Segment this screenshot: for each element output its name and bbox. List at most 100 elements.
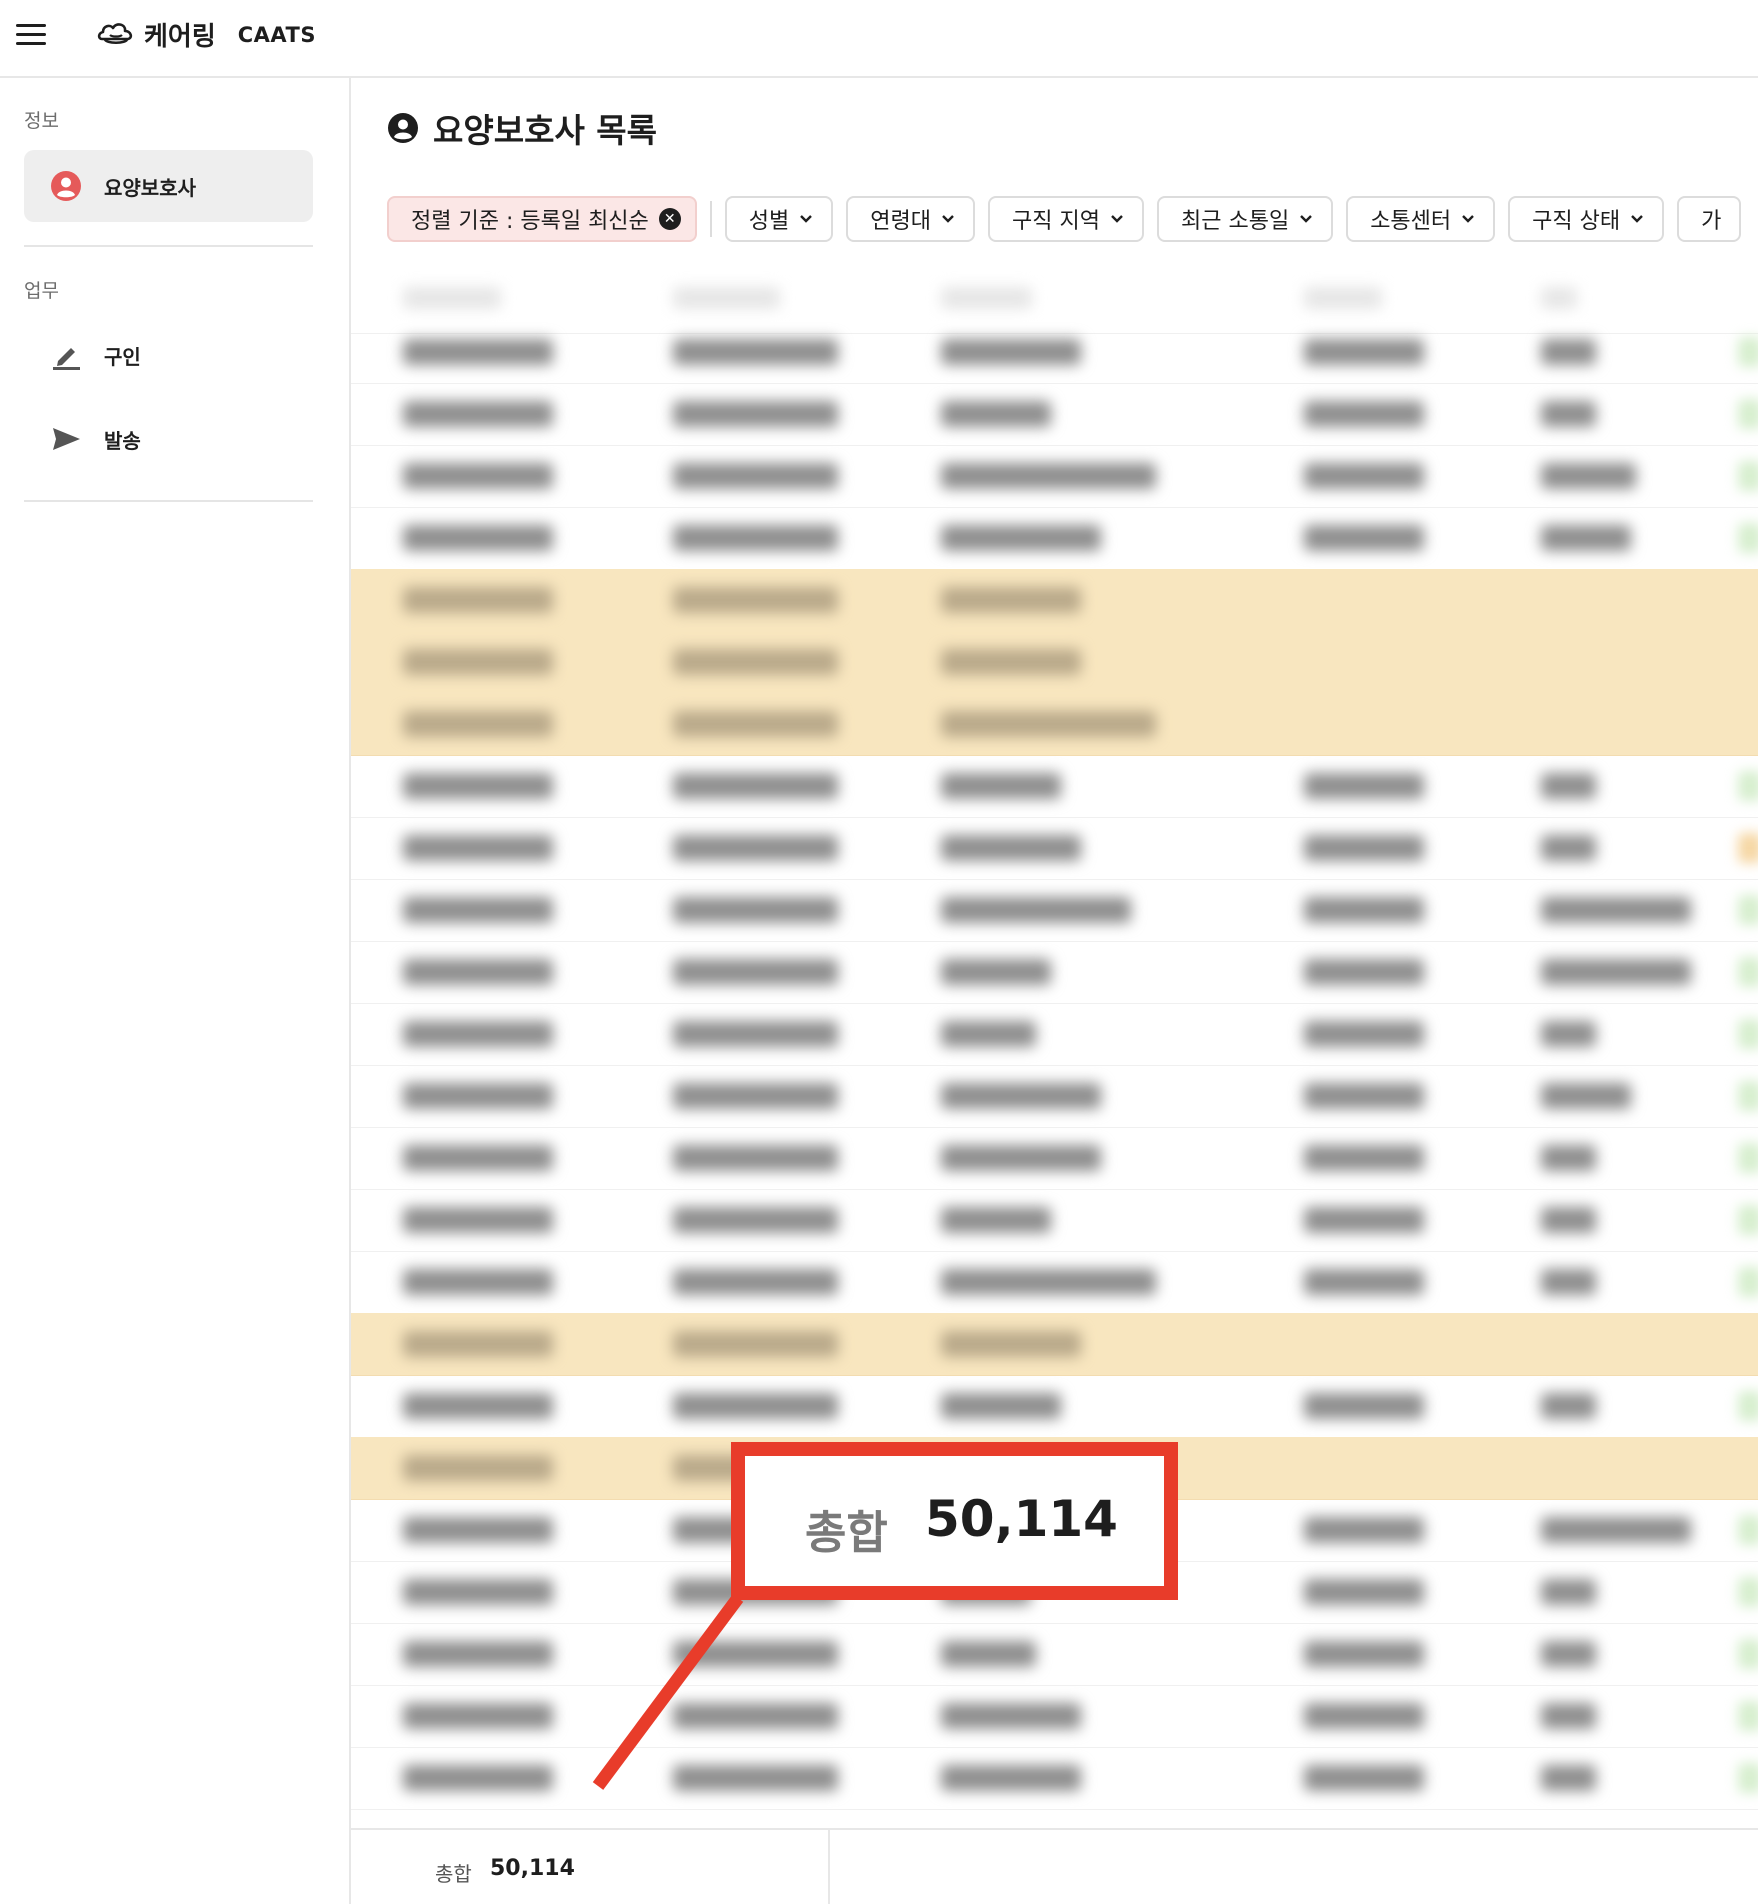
table-row[interactable] <box>351 445 1758 508</box>
table-cell <box>1304 339 1424 365</box>
table-row[interactable] <box>351 1747 1758 1810</box>
table-cell <box>1304 401 1424 427</box>
filter-job-status[interactable]: 구직 상태 <box>1508 196 1665 242</box>
table-row[interactable] <box>351 817 1758 880</box>
table-cell <box>941 287 1032 309</box>
sidebar-item-label: 요양보호사 <box>104 175 196 200</box>
close-icon[interactable]: ✕ <box>658 208 681 230</box>
table-row[interactable] <box>351 1375 1758 1438</box>
table-cell <box>1304 1765 1424 1791</box>
table-row[interactable] <box>351 693 1758 756</box>
table-row[interactable] <box>351 321 1758 384</box>
table-row[interactable] <box>351 1251 1758 1314</box>
table-row[interactable] <box>351 569 1758 632</box>
sidebar-item-label: 구인 <box>104 344 141 369</box>
filter-last-contact[interactable]: 최근 소통일 <box>1156 196 1334 242</box>
table-cell <box>673 525 838 551</box>
table-cell <box>1304 1641 1424 1667</box>
table-cell <box>673 1641 838 1667</box>
table-row[interactable] <box>351 755 1758 818</box>
table-cell <box>673 711 838 737</box>
filter-label: 구직 지역 <box>1012 209 1100 234</box>
table-cell <box>403 1207 553 1233</box>
table-row[interactable] <box>351 1003 1758 1066</box>
status-badge <box>1738 1391 1758 1421</box>
table-cell <box>1541 401 1596 427</box>
table-cell <box>1541 287 1577 309</box>
table-row[interactable] <box>351 1623 1758 1686</box>
sort-chip-label: 정렬 기준 : 등록일 최신순 <box>411 209 649 234</box>
brand[interactable]: 케어링 CAATS <box>96 16 316 53</box>
table-cell <box>403 1579 553 1605</box>
filter-age[interactable]: 연령대 <box>846 196 976 242</box>
status-badge <box>1738 337 1758 367</box>
table-row[interactable] <box>351 631 1758 694</box>
total-callout: 총합 50,114 <box>731 1442 1178 1600</box>
table-cell <box>673 1393 838 1419</box>
table-cell <box>941 463 1156 489</box>
filter-separator <box>709 201 712 237</box>
filter-gender[interactable]: 성별 <box>724 196 834 242</box>
filter-region[interactable]: 구직 지역 <box>988 196 1144 242</box>
table-cell <box>941 1083 1101 1109</box>
status-badge <box>1738 771 1758 801</box>
table-cell <box>941 401 1051 427</box>
table-cell <box>941 1703 1081 1729</box>
status-badge <box>1738 1515 1758 1545</box>
sidebar-item-caregiver[interactable]: 요양보호사 <box>24 150 313 222</box>
table-cell <box>941 1641 1036 1667</box>
table-cell <box>941 339 1081 365</box>
table-cell <box>403 1517 553 1543</box>
table-cell <box>1304 959 1424 985</box>
table-cell <box>673 897 838 923</box>
status-badge <box>1738 1267 1758 1297</box>
table-row[interactable] <box>351 383 1758 446</box>
filter-more[interactable]: 가 <box>1677 196 1742 242</box>
table-row[interactable] <box>351 507 1758 570</box>
chevron-down-icon <box>1300 215 1313 223</box>
table-cell <box>1541 959 1691 985</box>
chevron-down-icon <box>1631 215 1643 223</box>
table-row[interactable] <box>351 1065 1758 1128</box>
filter-label: 최근 소통일 <box>1180 209 1290 234</box>
pencil-icon <box>50 339 82 371</box>
table-row[interactable] <box>351 1189 1758 1252</box>
table-cell <box>403 463 553 489</box>
status-badge <box>1738 833 1758 863</box>
table-cell <box>1304 463 1424 489</box>
table-cell <box>403 287 501 309</box>
status-badge <box>1738 1081 1758 1111</box>
table-cell <box>403 1331 553 1357</box>
sort-chip[interactable]: 정렬 기준 : 등록일 최신순 ✕ <box>387 196 697 242</box>
table-row[interactable] <box>351 879 1758 942</box>
table-row[interactable] <box>351 1313 1758 1376</box>
table-row[interactable] <box>351 1685 1758 1748</box>
table-cell <box>403 1145 553 1171</box>
table-cell <box>1541 1393 1596 1419</box>
table-cell <box>1304 1021 1424 1047</box>
table-cell <box>673 339 838 365</box>
table-cell <box>403 1083 553 1109</box>
status-badge <box>1738 1205 1758 1235</box>
table-row[interactable] <box>351 1127 1758 1190</box>
filter-center[interactable]: 소통센터 <box>1346 196 1496 242</box>
brand-name: 케어링 <box>144 22 216 52</box>
table-cell <box>1541 773 1596 799</box>
sidebar-item-label: 발송 <box>104 428 141 453</box>
table-cell <box>403 649 553 675</box>
table-cell <box>673 463 838 489</box>
table-cell <box>403 1641 553 1667</box>
table-cell <box>1541 897 1691 923</box>
table-cell <box>1541 525 1631 551</box>
table-row[interactable] <box>351 941 1758 1004</box>
sidebar-item-recruit[interactable]: 구인 <box>24 319 313 391</box>
status-badge <box>1738 1763 1758 1793</box>
table-cell <box>1304 525 1424 551</box>
sidebar-item-send[interactable]: 발송 <box>24 403 313 475</box>
table-cell <box>403 525 553 551</box>
table-cell <box>941 1207 1051 1233</box>
page-title: 요양보호사 목록 <box>387 104 657 152</box>
menu-icon[interactable] <box>16 22 46 46</box>
total-label: 총합 <box>435 1862 472 1886</box>
chevron-down-icon <box>800 215 813 223</box>
